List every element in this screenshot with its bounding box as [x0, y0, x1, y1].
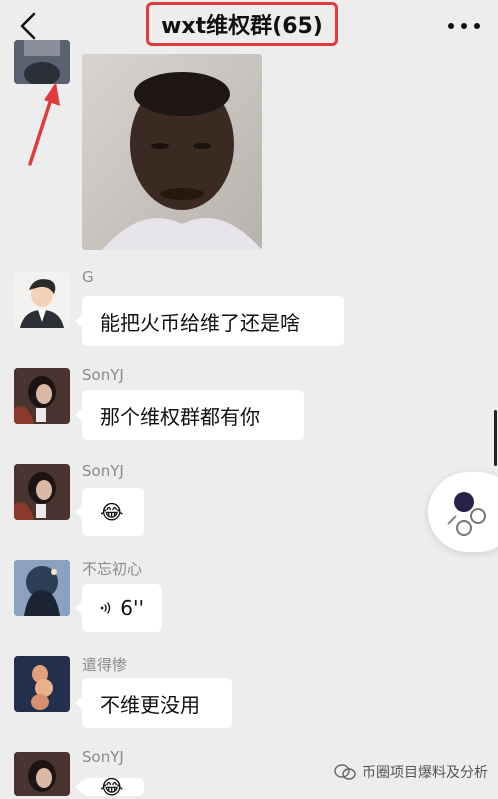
message-bubble[interactable]: 那个维权群都有你 [75, 390, 304, 440]
voice-duration: 6'' [120, 596, 144, 620]
sender-name: SonYJ [82, 462, 124, 480]
message-bubble[interactable]: 能把火币给维了还是啥 [75, 296, 344, 346]
watermark: 币圈项目爆料及分析 [334, 762, 488, 782]
avatar[interactable] [14, 560, 70, 616]
sender-name: 遣得惨 [82, 656, 128, 674]
floating-mini-program-button[interactable] [428, 472, 498, 552]
sender-name: SonYJ [82, 748, 124, 766]
voice-message-bubble[interactable]: 6'' [75, 584, 162, 632]
message-item: 不忘初心 6'' [0, 554, 498, 634]
avatar[interactable] [14, 368, 70, 424]
watermark-text: 币圈项目爆料及分析 [362, 765, 488, 781]
message-bubble[interactable]: 不维更没用 [75, 678, 232, 728]
message-item: 遣得惨 不维更没用 [0, 652, 498, 732]
avatar[interactable] [14, 272, 70, 328]
annotation-arrow-icon [28, 82, 60, 166]
avatar[interactable] [14, 40, 70, 84]
message-bubble[interactable]: 😂 [75, 775, 144, 799]
avatar[interactable] [14, 656, 70, 712]
scrollbar[interactable] [494, 410, 497, 466]
message-item: SonYJ 那个维权群都有你 [0, 362, 498, 442]
message-bubble[interactable]: 😂 [75, 488, 144, 536]
shared-photo[interactable] [82, 54, 262, 250]
avatar[interactable] [14, 464, 70, 520]
sender-name: SonYJ [82, 366, 124, 384]
message-item: SonYJ 😂 [0, 458, 498, 538]
wechat-icon [334, 764, 356, 780]
message-item [0, 0, 498, 260]
avatar[interactable] [14, 752, 70, 796]
mini-program-icon [447, 492, 486, 536]
voice-wave-icon [100, 602, 111, 614]
message-item: G 能把火币给维了还是啥 [0, 264, 498, 346]
sender-name: G [82, 268, 94, 286]
sender-name: 不忘初心 [82, 560, 143, 578]
